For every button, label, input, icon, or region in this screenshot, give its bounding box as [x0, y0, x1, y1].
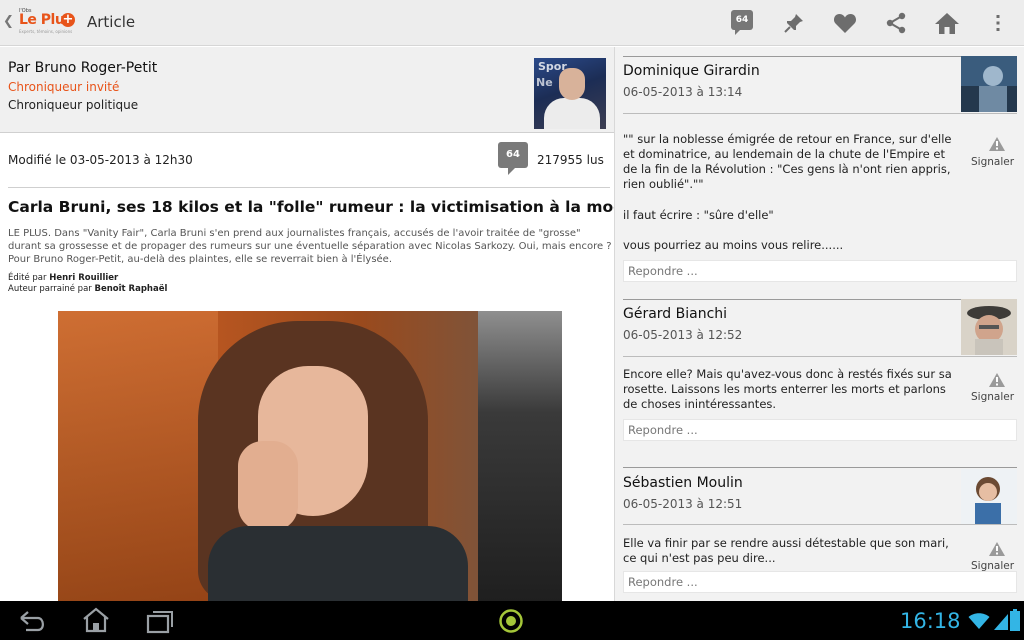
logo-plus-icon: +	[61, 12, 75, 27]
app-launcher-icon[interactable]	[498, 608, 524, 634]
avatar	[961, 469, 1017, 525]
author-box[interactable]: Par Bruno Roger-Petit Chroniqueur invité…	[0, 47, 614, 133]
comments-icon: 64	[731, 10, 753, 35]
overflow-menu-button[interactable]	[984, 9, 1012, 37]
comment-text: "" sur la noblesse émigrée de retour en …	[623, 132, 952, 191]
favorite-button[interactable]	[831, 9, 859, 37]
author-photo-shirt	[544, 98, 600, 129]
comments-panel[interactable]: Dominique Girardin 06-05-2013 à 13:14 ""…	[614, 47, 1024, 601]
battery-icon	[1010, 609, 1020, 631]
sponsor-name[interactable]: Benoît Raphaël	[94, 284, 167, 294]
comment-header-divider	[623, 113, 1017, 114]
comment-top-rule	[623, 56, 1017, 57]
comment-date: 06-05-2013 à 12:51	[623, 497, 743, 511]
editor-name[interactable]: Henri Rouillier	[49, 273, 118, 283]
article-lead: LE PLUS. Dans "Vanity Fair", Carla Bruni…	[8, 228, 612, 265]
author-role-guest: Chroniqueur invité	[8, 80, 120, 94]
comment-text: Encore elle? Mais qu'avez-vous donc à re…	[623, 367, 952, 411]
share-button[interactable]	[882, 9, 910, 37]
heart-icon	[833, 14, 857, 33]
edited-by-line: Édité par Henri Rouillier	[8, 273, 167, 284]
app-logo[interactable]: l'Obs Le Plus + Experts, témoins, opinio…	[19, 8, 77, 36]
avatar-image	[961, 469, 1017, 525]
author-photo-face	[559, 68, 585, 100]
comment-top-rule	[623, 467, 1017, 468]
article-credits: Édité par Henri Rouillier Auteur parrain…	[8, 273, 167, 295]
sponsored-by-label: Auteur parrainé par	[8, 284, 92, 294]
article-photo[interactable]	[58, 311, 562, 601]
wifi-icon	[968, 613, 990, 629]
avatar	[961, 56, 1017, 112]
comment-header-divider	[623, 524, 1017, 525]
overflow-menu-icon	[996, 15, 1000, 31]
reply-input[interactable]: Repondre ...	[623, 419, 1017, 441]
article-panel[interactable]: Par Bruno Roger-Petit Chroniqueur invité…	[0, 47, 614, 601]
pin-icon	[784, 14, 803, 33]
avatar	[961, 299, 1017, 355]
home-button[interactable]	[933, 9, 961, 37]
photo-subject-clothing	[208, 526, 468, 601]
author-photo-backdrop-text-2: Ne	[536, 76, 553, 89]
recents-icon[interactable]	[145, 608, 175, 634]
home-icon[interactable]	[81, 607, 111, 633]
reply-input[interactable]: Repondre ...	[623, 571, 1017, 593]
up-chevron-icon[interactable]: ❮	[3, 14, 14, 29]
author-photo: Spor Ne	[534, 58, 606, 129]
modified-date: Modifié le 03-05-2013 à 12h30	[8, 153, 193, 167]
comment-date: 06-05-2013 à 13:14	[623, 85, 743, 99]
read-count: 217955 lus	[537, 153, 604, 167]
sponsored-by-line: Auteur parrainé par Benoît Raphaël	[8, 284, 167, 295]
action-bar: ❮ l'Obs Le Plus + Experts, témoins, opin…	[0, 0, 1024, 46]
reply-input[interactable]: Repondre ...	[623, 260, 1017, 282]
photo-subject-hand	[238, 441, 298, 531]
edited-by-label: Édité par	[8, 273, 47, 283]
clock: 16:18	[900, 609, 961, 633]
system-navigation-bar: 16:18	[0, 601, 1024, 640]
author-name: Par Bruno Roger-Petit	[8, 60, 158, 76]
logo-tagline: Experts, témoins, opinions	[19, 29, 73, 34]
comment-text: il faut écrire : "sûre d'elle"	[623, 208, 774, 222]
comment-count-badge[interactable]: 64	[498, 142, 528, 175]
avatar-image	[961, 299, 1017, 355]
comment-author: Sébastien Moulin	[623, 475, 743, 491]
photo-background	[58, 311, 218, 601]
comment-text: vous pourriez au moins vous relire......	[623, 238, 844, 252]
article-headline: Carla Bruni, ses 18 kilos et la "folle" …	[8, 198, 614, 216]
author-role-political: Chroniqueur politique	[8, 98, 139, 112]
share-icon	[886, 12, 906, 34]
screen-title: Article	[87, 13, 136, 31]
avatar-image	[961, 56, 1017, 112]
comment-text: Elle va finir par se rendre aussi détest…	[623, 536, 949, 565]
signal-icon	[994, 614, 1008, 630]
report-button[interactable]: Signaler	[971, 156, 1014, 168]
report-icon[interactable]	[989, 373, 1005, 387]
divider	[8, 187, 610, 188]
comment-author: Gérard Bianchi	[623, 306, 728, 322]
comment-author: Dominique Girardin	[623, 63, 760, 79]
report-icon[interactable]	[989, 137, 1005, 151]
back-icon[interactable]	[18, 609, 48, 633]
comment-date: 06-05-2013 à 12:52	[623, 328, 743, 342]
comment-top-rule	[623, 299, 1017, 300]
comment-header-divider	[623, 356, 1017, 357]
report-button[interactable]: Signaler	[971, 391, 1014, 403]
pin-button[interactable]	[780, 9, 808, 37]
home-icon	[935, 13, 959, 34]
photo-background-person	[478, 311, 562, 601]
report-icon[interactable]	[989, 542, 1005, 556]
